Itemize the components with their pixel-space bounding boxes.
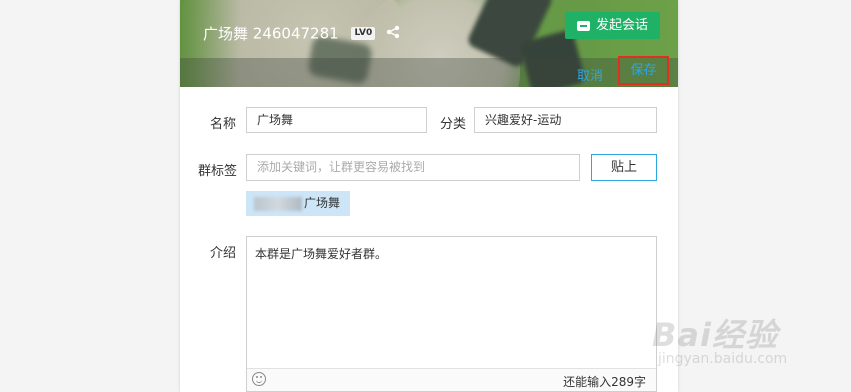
tag-chip[interactable]: 广场舞 [246,191,350,216]
watermark-url: jingyan.baidu.com [658,351,788,367]
level-badge: LV0 [351,27,376,40]
baidu-jingyan-watermark: Bai经验 jingyan.baidu.com [640,305,840,385]
textarea-footer: 还能输入289字 [247,368,656,391]
blurred-region [254,196,302,211]
emoji-icon[interactable] [252,372,266,386]
start-chat-button[interactable]: 发起会话 [565,12,660,39]
watermark-brand: Bai经验 [652,316,778,354]
category-label: 分类 [440,117,467,132]
save-button[interactable]: 保存 [618,56,669,85]
cancel-button[interactable]: 取消 [577,65,603,84]
chat-bubble-icon [577,20,590,31]
char-counter: 还能输入289字 [563,375,646,389]
tag-chip-text: 广场舞 [304,196,341,210]
name-field[interactable]: 广场舞 [246,107,427,133]
category-field[interactable]: 兴趣爱好-运动 [474,107,657,133]
start-chat-label: 发起会话 [596,18,649,33]
group-header-banner: 广场舞 246047281 LV0 发起会话 取消 保存 [180,0,678,87]
paste-button[interactable]: 贴上 [591,154,657,181]
tag-input[interactable]: 添加关键词，让群更容易被找到 [246,154,580,181]
tags-label: 群标签 [198,164,238,179]
group-settings-panel: 广场舞 246047281 LV0 发起会话 取消 保存 名称 广场舞 分类 兴… [180,0,678,392]
share-icon[interactable] [386,25,400,43]
intro-label: 介绍 [210,246,237,261]
intro-text: 本群是广场舞爱好者群。 [255,247,388,261]
name-label: 名称 [210,117,237,132]
group-number-text: 246047281 [252,24,339,43]
group-name-text: 广场舞 [203,25,249,43]
group-title: 广场舞 246047281 LV0 [203,23,400,44]
intro-textarea[interactable]: 本群是广场舞爱好者群。 还能输入289字 [246,236,657,392]
